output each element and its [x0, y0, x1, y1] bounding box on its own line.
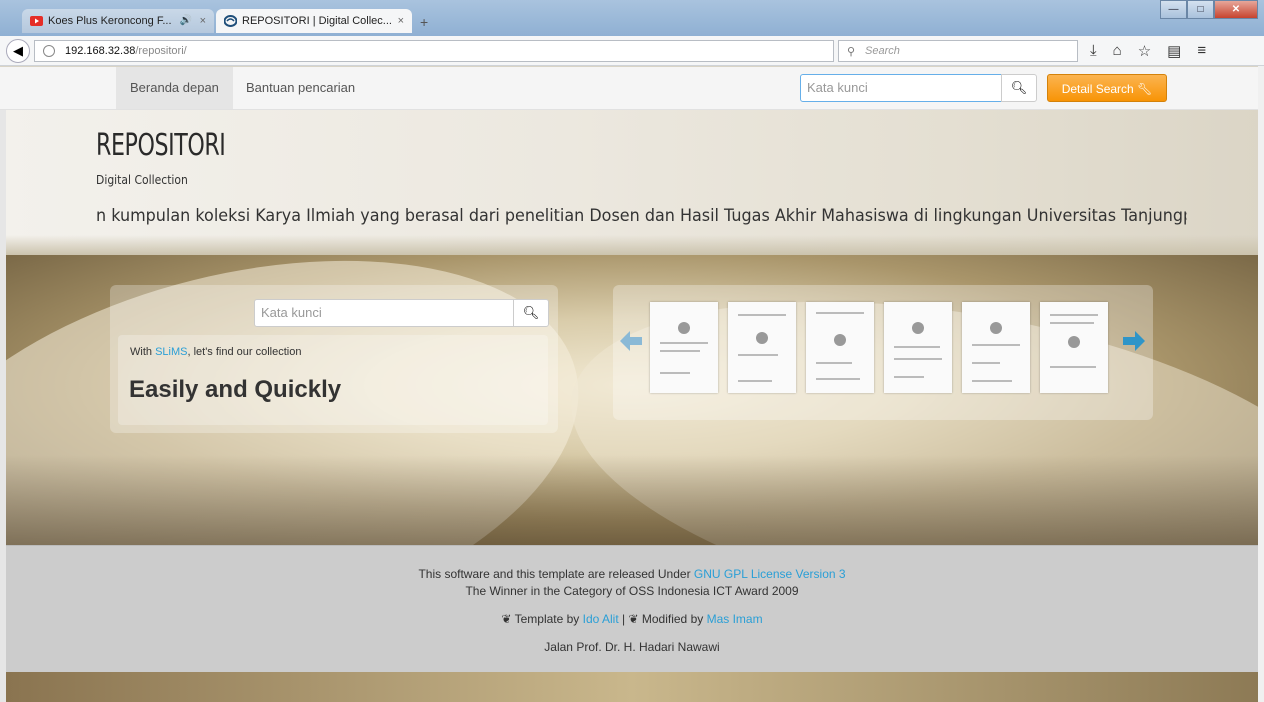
tab-repositori[interactable]: REPOSITORI | Digital Collec... ×: [216, 9, 412, 33]
slims-link[interactable]: SLiMS: [155, 346, 187, 358]
nav-search-button[interactable]: 🔍︎: [1001, 74, 1037, 102]
search-icon: 🔍︎: [1010, 80, 1028, 95]
carousel-thumbnail[interactable]: [962, 302, 1030, 393]
tab-title: REPOSITORI | Digital Collec...: [242, 15, 392, 27]
emblem-icon: [834, 334, 846, 346]
carousel-thumbnail[interactable]: [884, 302, 952, 393]
tab-close-icon[interactable]: ×: [398, 9, 404, 33]
emblem-icon: [756, 332, 768, 344]
template-author-link[interactable]: Ido Alit: [583, 612, 619, 626]
url-path: /repositori/: [135, 45, 187, 57]
marquee-text: n kumpulan koleksi Karya Ilmiah yang ber…: [96, 206, 1187, 226]
wrench-icon: 🔧︎: [1137, 82, 1153, 96]
detail-search-button[interactable]: Detail Search 🔧︎: [1047, 74, 1167, 102]
browser-search-input[interactable]: ⚲ Search: [838, 40, 1078, 62]
tab-youtube[interactable]: Koes Plus Keroncong F... 🔊 ×: [22, 9, 214, 33]
browser-toolbar-icons: ⤓ ⌂ ☆ ▤ ≡: [1090, 42, 1206, 60]
page-right-edge: [1258, 66, 1264, 702]
emblem-icon: [912, 322, 924, 334]
emblem-icon: [1068, 336, 1080, 348]
maximize-button[interactable]: □: [1187, 0, 1214, 19]
menu-icon[interactable]: ≡: [1197, 42, 1206, 60]
nav-home-link[interactable]: Beranda depan: [116, 67, 233, 109]
site-header: REPOSITORI Digital Collection n kumpulan…: [0, 110, 1264, 255]
back-arrow-icon: ◀: [13, 43, 23, 58]
minimize-button[interactable]: —: [1160, 0, 1187, 19]
detail-search-label: Detail Search: [1061, 82, 1134, 96]
tagline-small: With SLiMS, let's find our collection: [130, 346, 301, 358]
url-host: 192.168.32.38: [65, 45, 136, 57]
browser-titlebar: Koes Plus Keroncong F... 🔊 × REPOSITORI …: [0, 0, 1264, 36]
carousel-thumbnail[interactable]: [1040, 302, 1108, 393]
nav-search-input[interactable]: Kata kunci: [800, 74, 1002, 102]
back-button[interactable]: ◀: [6, 39, 30, 63]
footer-award: The Winner in the Category of OSS Indone…: [465, 584, 799, 598]
leaf-icon: ❦: [501, 612, 512, 626]
hero-search-button[interactable]: 🔍︎: [513, 299, 549, 327]
globe-icon: [43, 45, 55, 57]
tagline-big: Easily and Quickly: [129, 376, 342, 403]
carousel-thumbnail[interactable]: [806, 302, 874, 393]
site-subtitle: Digital Collection: [96, 173, 188, 187]
search-icon: 🔍︎: [522, 305, 540, 320]
footer-license-text: This software and this template are rele…: [418, 567, 694, 581]
credits-separator: |: [618, 612, 629, 626]
window-controls: — □ ✕: [1160, 0, 1258, 20]
carousel-next-icon[interactable]: [1123, 331, 1145, 351]
download-icon[interactable]: ⤓: [1090, 42, 1097, 60]
tagline-suffix: , let's find our collection: [187, 346, 302, 358]
emblem-icon: [678, 322, 690, 334]
audio-icon[interactable]: 🔊: [180, 9, 192, 33]
carousel-thumbnail[interactable]: [650, 302, 718, 393]
browser-toolbar: ◀ 192.168.32.38/repositori/ C ⚲ Search ⤓…: [0, 36, 1264, 66]
tab-title: Koes Plus Keroncong F...: [48, 15, 172, 27]
slims-icon: [224, 15, 237, 27]
new-tab-button[interactable]: +: [420, 14, 428, 30]
address-bar[interactable]: 192.168.32.38/repositori/ C: [34, 40, 850, 62]
carousel-prev-icon[interactable]: [620, 331, 642, 351]
gpl-link[interactable]: GNU GPL License Version 3: [694, 567, 846, 581]
youtube-icon: [30, 16, 43, 26]
nav-help-link[interactable]: Bantuan pencarian: [232, 67, 369, 109]
hero-shade: [6, 455, 1258, 545]
bookmark-star-icon[interactable]: ☆: [1138, 42, 1151, 60]
hero-search-input[interactable]: Kata kunci: [254, 299, 514, 327]
tab-close-icon[interactable]: ×: [200, 9, 206, 33]
close-window-button[interactable]: ✕: [1214, 0, 1258, 19]
carousel-thumbnail[interactable]: [728, 302, 796, 393]
leaf-icon: ❦: [628, 612, 639, 626]
template-by-text: Template by: [514, 612, 583, 626]
footer-address: Jalan Prof. Dr. H. Hadari Nawawi: [544, 640, 720, 654]
tagline-prefix: With: [130, 346, 156, 358]
footer-credits: ❦ Template by Ido Alit | ❦ Modified by M…: [6, 612, 1258, 626]
search-icon: ⚲: [847, 46, 856, 58]
bookmarks-list-icon[interactable]: ▤: [1167, 42, 1181, 60]
modifier-author-link[interactable]: Mas Imam: [707, 612, 763, 626]
site-title: REPOSITORI: [96, 128, 226, 163]
home-icon[interactable]: ⌂: [1113, 42, 1122, 60]
browser-search-placeholder: Search: [865, 45, 900, 57]
site-footer: This software and this template are rele…: [6, 545, 1258, 672]
hero-bottom-strip: [6, 672, 1258, 702]
emblem-icon: [990, 322, 1002, 334]
modified-by-text: Modified by: [641, 612, 707, 626]
footer-license: This software and this template are rele…: [6, 567, 1258, 581]
